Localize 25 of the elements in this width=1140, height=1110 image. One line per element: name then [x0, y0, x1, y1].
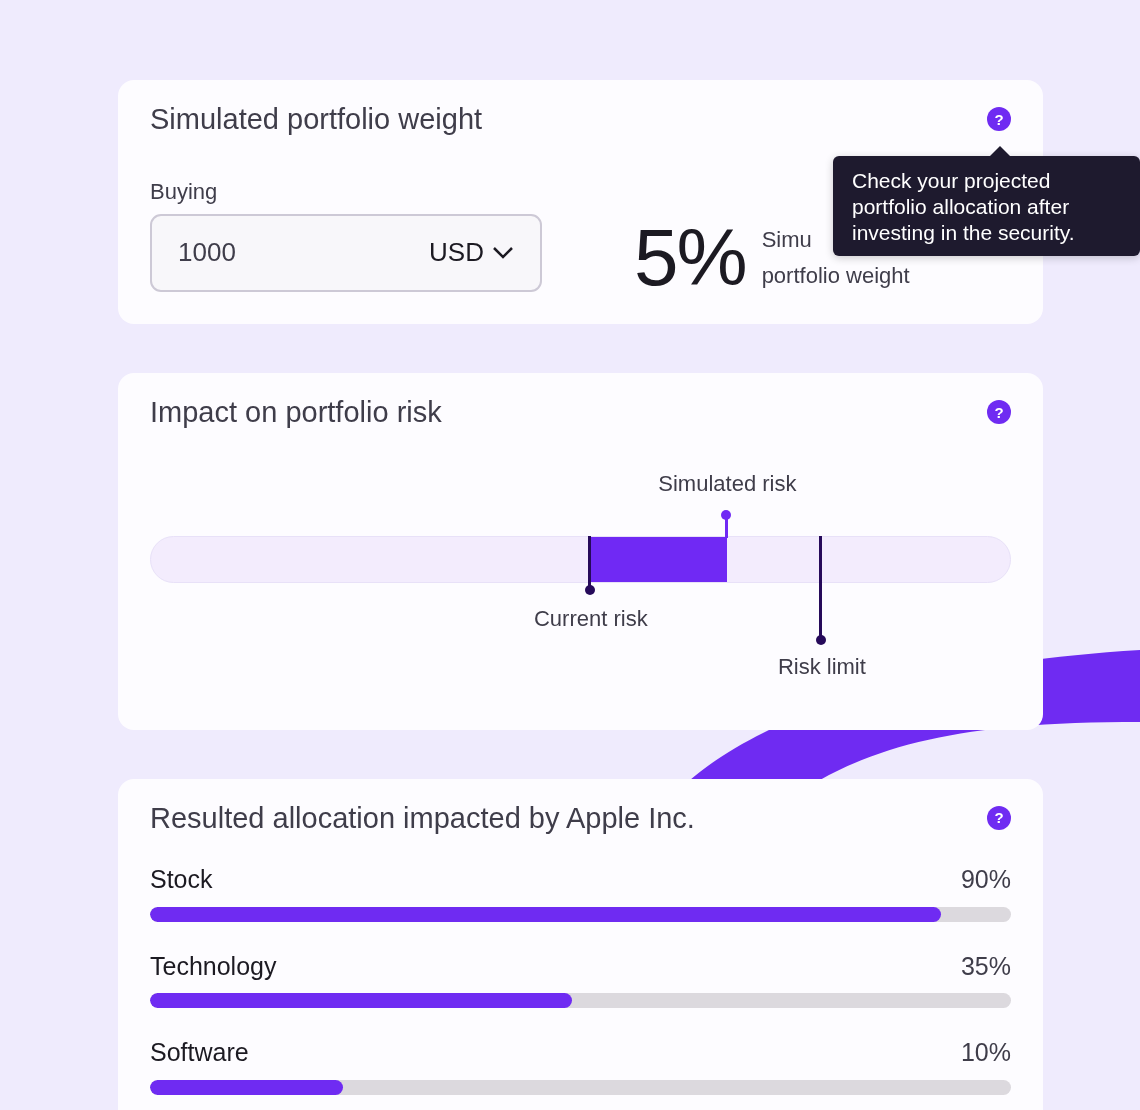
weight-label: Simu	[761, 225, 812, 254]
current-risk-marker	[584, 535, 597, 597]
field-label: Buying	[150, 177, 219, 206]
card-title: Impact on portfolio risk	[150, 394, 442, 430]
weight-value: 5%	[634, 217, 746, 298]
weight-label: portfolio weight	[761, 261, 910, 290]
card-title: Resulted allocation impacted by Apple Inc.	[150, 800, 695, 836]
help-button[interactable]: ?	[987, 107, 1011, 132]
allocation-percent: 35%	[960, 950, 1011, 982]
allocation-name: Software	[150, 1037, 249, 1069]
marker-label: Simulated risk	[658, 469, 797, 498]
allocation-percent: 10%	[960, 1037, 1011, 1069]
marker-label: Current risk	[533, 604, 648, 633]
marker-label: Risk limit	[777, 652, 866, 681]
tooltip-pointer	[990, 146, 1010, 156]
tooltip: Check your projected portfolio allocation after investing in the security.	[833, 156, 1140, 256]
allocation-percent: 90%	[960, 864, 1011, 896]
help-button[interactable]: ?	[987, 806, 1011, 830]
allocation-name: Stock	[150, 864, 213, 896]
card-title: Simulated portfolio weight	[150, 102, 483, 137]
amount-field[interactable]: 1000 USD	[150, 213, 542, 292]
chevron-down-icon	[492, 245, 514, 260]
allocation-name: Technology	[150, 950, 277, 982]
help-button[interactable]: ?	[987, 400, 1011, 425]
currency-dropdown[interactable]: USD	[429, 233, 514, 273]
